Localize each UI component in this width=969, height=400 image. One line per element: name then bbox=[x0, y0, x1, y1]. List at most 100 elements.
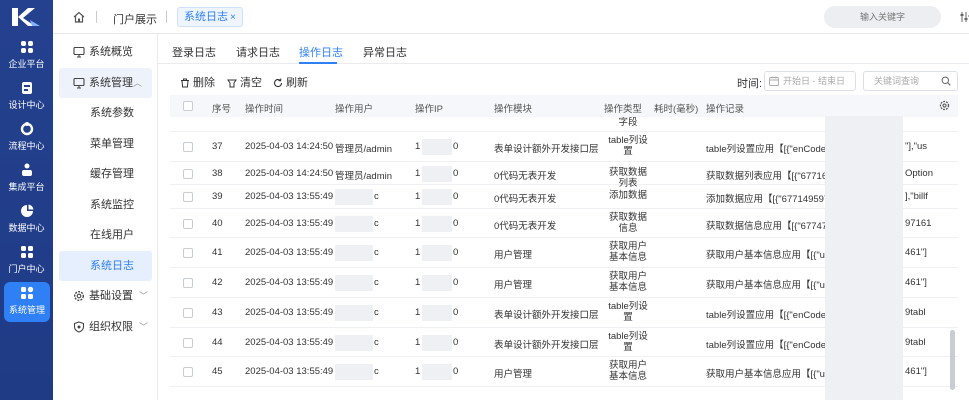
row-checkbox[interactable] bbox=[183, 219, 193, 229]
sidebar-item-params[interactable]: 系统参数 bbox=[59, 98, 152, 128]
gear-icon[interactable] bbox=[939, 100, 950, 111]
rail-item-flow[interactable]: 流程中心 bbox=[0, 122, 53, 162]
rail-item-portal[interactable]: 门户中心 bbox=[0, 245, 53, 285]
type-cell: 获取用户基本信息 bbox=[608, 241, 647, 263]
sidebar-group-system[interactable]: 系统管理 ︿ bbox=[59, 68, 152, 98]
divider bbox=[166, 11, 167, 23]
redaction-mask bbox=[422, 245, 452, 261]
ip-cell: 0 bbox=[453, 141, 459, 152]
ip-cell: 0 bbox=[453, 218, 459, 229]
time-cell: 2025-04-03 13:55:49 bbox=[245, 247, 334, 258]
tab-portal[interactable]: 门户展示 bbox=[113, 11, 157, 27]
time-cell: 2025-04-03 13:55:49 bbox=[245, 191, 334, 202]
row-checkbox[interactable] bbox=[183, 338, 193, 348]
ip-cell: 1 bbox=[415, 247, 421, 258]
ip-cell: 1 bbox=[415, 218, 421, 229]
redaction-mask bbox=[335, 305, 373, 321]
tab-system-log[interactable]: 系统日志 × bbox=[177, 7, 243, 27]
row-checkbox[interactable] bbox=[183, 367, 193, 377]
row-checkbox[interactable] bbox=[183, 248, 193, 258]
refresh-button[interactable]: 刷新 bbox=[273, 74, 308, 90]
close-icon[interactable]: × bbox=[230, 12, 236, 23]
redaction-mask bbox=[335, 335, 373, 351]
redaction-mask bbox=[825, 116, 903, 400]
index-cell: 41 bbox=[212, 247, 223, 258]
module-cell: 用户管理 bbox=[494, 280, 533, 291]
col-index: 序号 bbox=[212, 104, 232, 115]
sidebar-item-overview[interactable]: 系统概览 bbox=[53, 37, 158, 67]
index-cell: 39 bbox=[212, 191, 223, 202]
record-cell: 9tabl bbox=[905, 307, 926, 318]
ip-cell: 0 bbox=[453, 337, 459, 348]
tab-operation-log[interactable]: 操作日志 bbox=[299, 44, 343, 60]
tab-login-log[interactable]: 登录日志 bbox=[172, 44, 216, 60]
tab-request-log[interactable]: 请求日志 bbox=[236, 44, 280, 60]
user-cell: c bbox=[374, 337, 379, 348]
tab-label: 系统日志 bbox=[184, 11, 228, 23]
delete-button[interactable]: 删除 bbox=[180, 74, 215, 90]
col-time: 操作时间 bbox=[245, 104, 284, 115]
sidebar-item-online-users[interactable]: 在线用户 bbox=[59, 220, 152, 250]
keyword-search-input[interactable]: 关键词查询 bbox=[863, 71, 958, 91]
shield-icon bbox=[73, 321, 85, 333]
sidebar-item-system-log[interactable]: 系统日志 bbox=[59, 251, 152, 281]
type-cell: 获取数据信息 bbox=[608, 212, 647, 234]
row-checkbox[interactable] bbox=[183, 308, 193, 318]
col-type: 操作类型 bbox=[604, 104, 643, 115]
search-icon[interactable] bbox=[941, 76, 951, 86]
col-module: 操作模块 bbox=[494, 104, 533, 115]
ip-cell: 1 bbox=[415, 366, 421, 377]
user-cell: c bbox=[374, 277, 379, 288]
chevron-down-icon: ﹀ bbox=[138, 291, 148, 301]
index-cell: 44 bbox=[212, 337, 223, 348]
clear-icon bbox=[227, 79, 237, 88]
table-header: 序号 操作时间 操作用户 操作IP 操作模块 操作类型 耗时(毫秒) 操作记录 bbox=[170, 95, 958, 117]
rail-item-data[interactable]: 数据中心 bbox=[0, 204, 53, 244]
rail-item-label: 企业平台 bbox=[8, 59, 45, 69]
sidebar-item-monitor[interactable]: 系统监控 bbox=[59, 190, 152, 220]
type-cell: 添加数据 bbox=[608, 190, 647, 201]
row-checkbox[interactable] bbox=[183, 278, 193, 288]
rail-item-design[interactable]: 设计中心 bbox=[0, 81, 53, 121]
row-checkbox[interactable] bbox=[183, 169, 193, 179]
sidebar-group-org[interactable]: 组织权限 ﹀ bbox=[53, 312, 158, 342]
clear-button[interactable]: 清空 bbox=[227, 74, 262, 90]
type-cell: table列设置 bbox=[608, 301, 648, 323]
sliders-icon[interactable] bbox=[960, 11, 969, 23]
sidebar-item-menu[interactable]: 菜单管理 bbox=[59, 129, 152, 159]
module-cell: 表单设计额外开发接口层 bbox=[494, 310, 599, 321]
ip-cell: 0 bbox=[453, 366, 459, 377]
time-cell: 2025-04-03 13:55:49 bbox=[245, 337, 334, 348]
ip-cell: 0 bbox=[453, 168, 459, 179]
col-duration: 耗时(毫秒) bbox=[654, 104, 699, 115]
rail-item-system[interactable]: 系统管理 bbox=[4, 282, 50, 322]
ip-cell: 0 bbox=[453, 247, 459, 258]
redaction-mask bbox=[335, 216, 373, 232]
index-cell: 40 bbox=[212, 218, 223, 229]
ip-cell: 0 bbox=[453, 191, 459, 202]
date-range-picker[interactable]: 开始日 - 结束日 bbox=[764, 71, 856, 91]
record-cell: 97161 bbox=[905, 218, 932, 229]
col-user: 操作用户 bbox=[335, 104, 374, 115]
sidebar-group-basic[interactable]: 基础设置 ﹀ bbox=[53, 281, 158, 311]
user-cell: 管理员/admin bbox=[335, 144, 393, 155]
rail-item-integration[interactable]: 集成平台 bbox=[0, 163, 53, 203]
app-logo-icon bbox=[12, 8, 40, 26]
sidebar-item-cache[interactable]: 缓存管理 bbox=[59, 159, 152, 189]
home-icon[interactable] bbox=[73, 11, 85, 23]
row-checkbox[interactable] bbox=[183, 142, 193, 152]
global-search-input[interactable] bbox=[824, 6, 941, 28]
vertical-scrollbar[interactable] bbox=[950, 330, 955, 390]
gear-icon bbox=[73, 290, 85, 302]
module-cell: 用户管理 bbox=[494, 369, 533, 380]
select-all-checkbox[interactable] bbox=[183, 101, 193, 111]
user-cell: c bbox=[374, 218, 379, 229]
row-checkbox[interactable] bbox=[183, 192, 193, 202]
module-cell: 0代码无表开发 bbox=[494, 221, 557, 232]
rail-item-label: 设计中心 bbox=[8, 100, 45, 110]
record-cell: ],"billf bbox=[905, 191, 928, 202]
rail-item-enterprise[interactable]: 企业平台 bbox=[0, 40, 53, 80]
time-cell: 2025-04-03 13:55:49 bbox=[245, 307, 334, 318]
tab-exception-log[interactable]: 异常日志 bbox=[363, 44, 407, 60]
monitor-icon bbox=[73, 46, 85, 58]
